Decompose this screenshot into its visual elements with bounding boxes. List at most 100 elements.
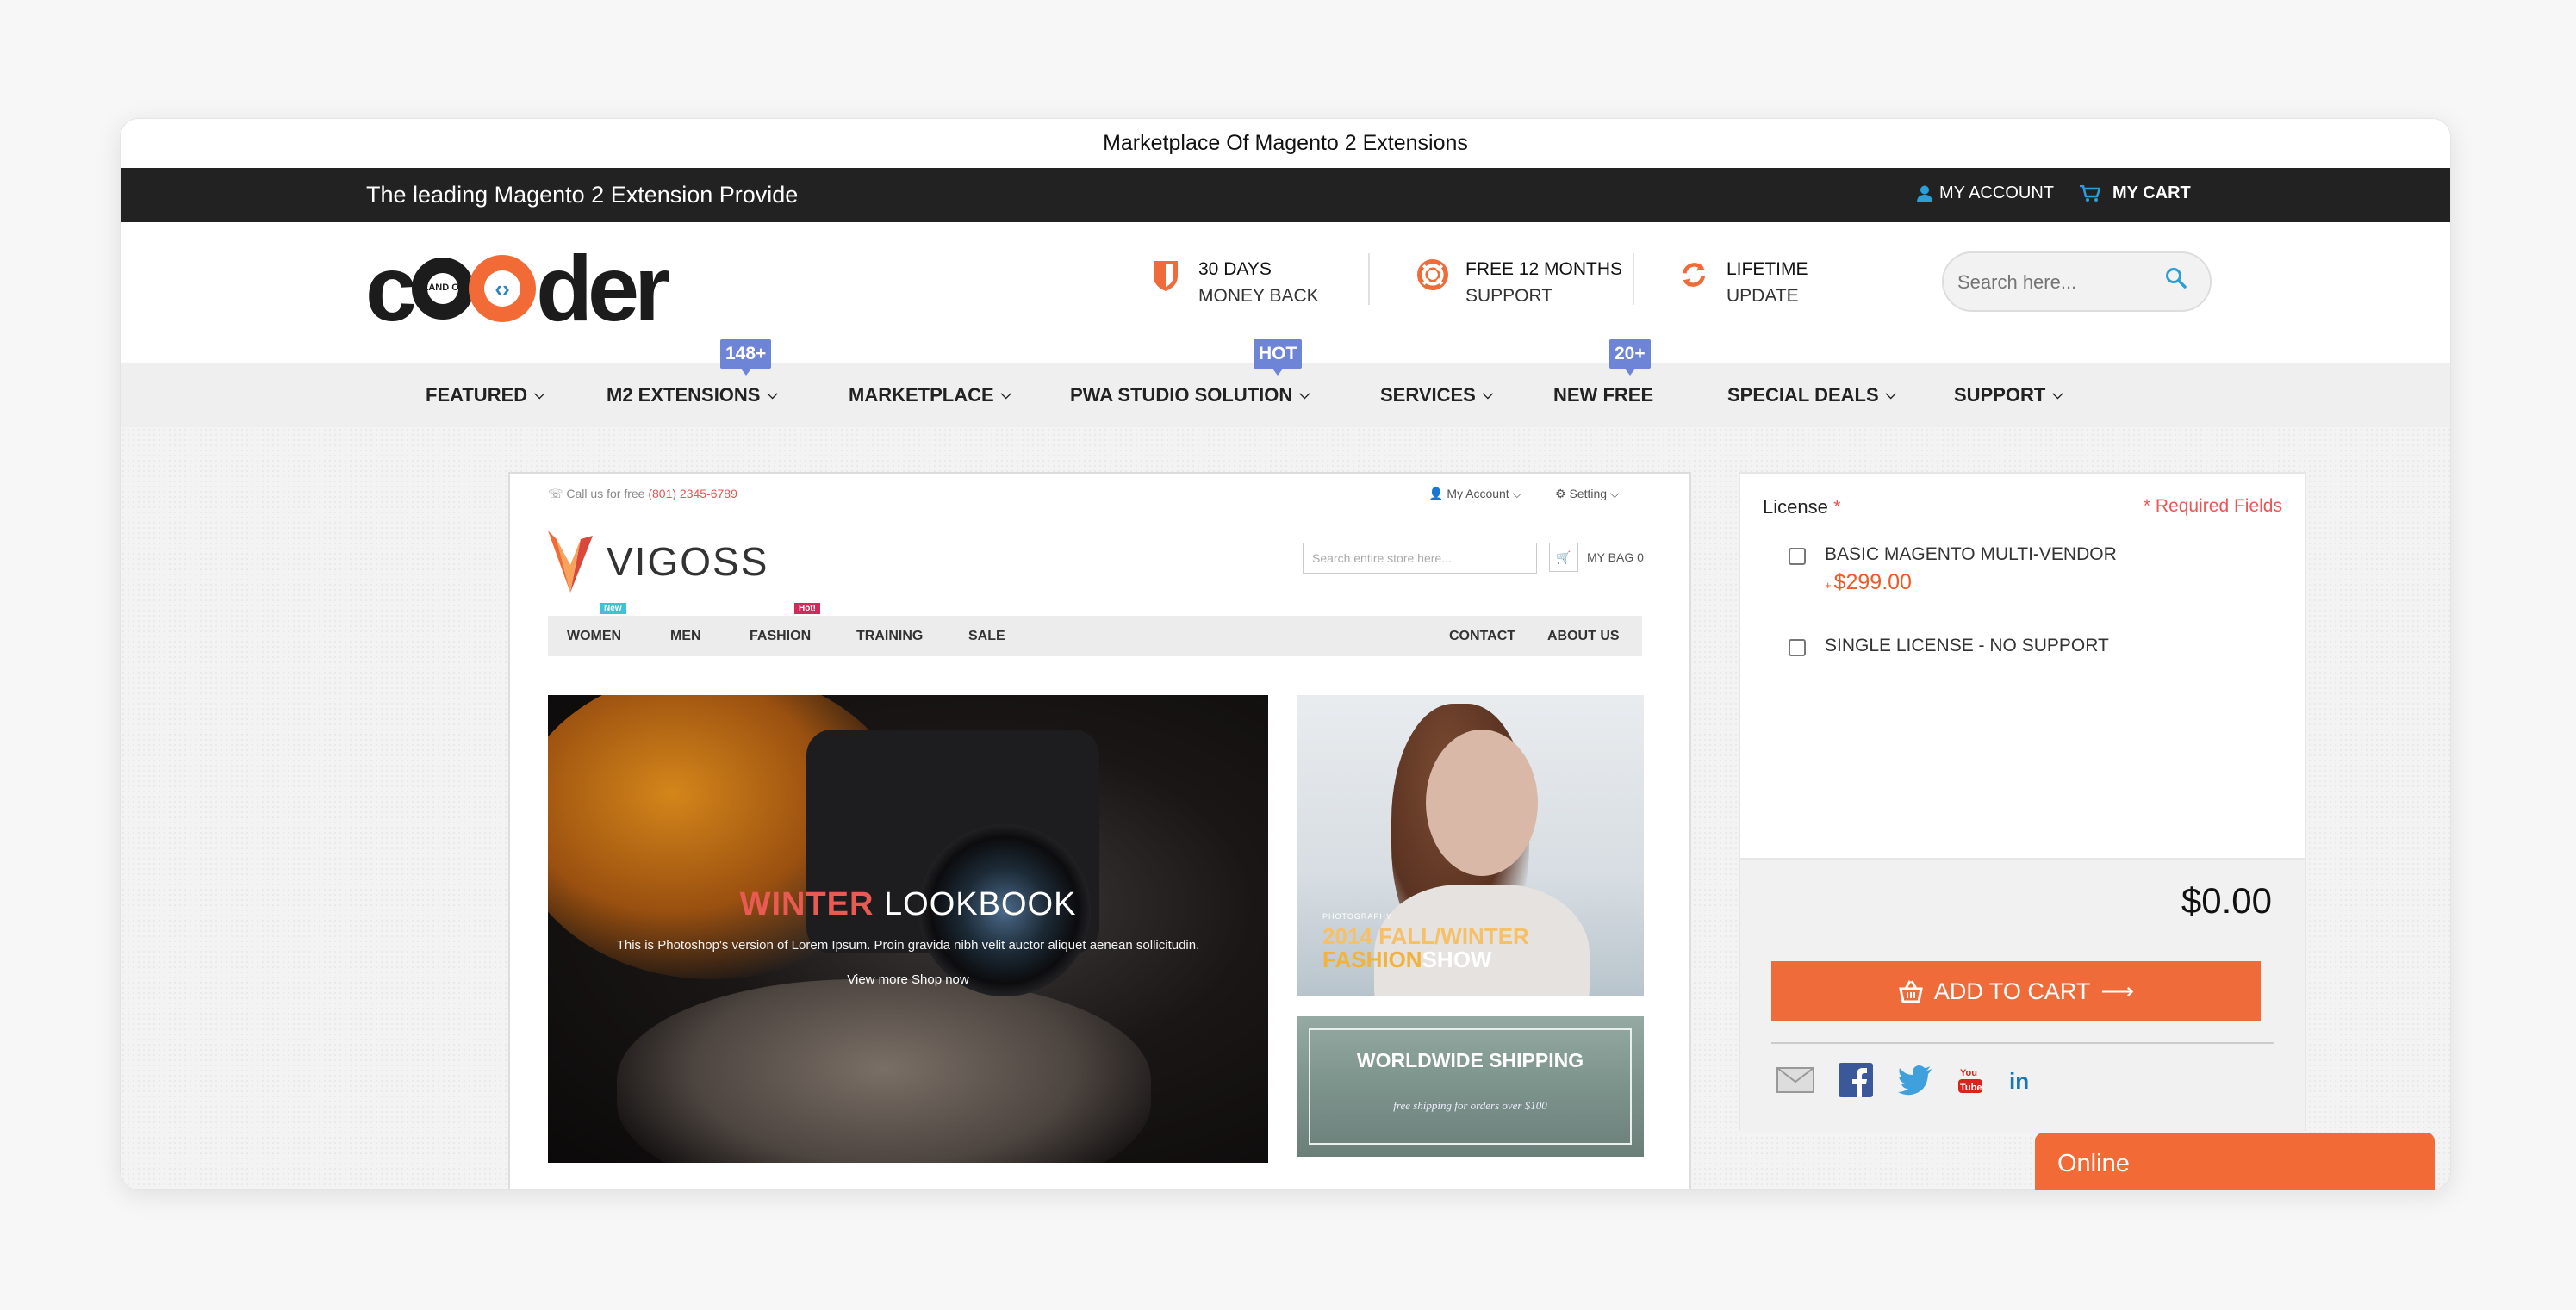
feature-support: FREE 12 MONTHS SUPPORT [1417,256,1622,309]
shield-icon [1154,261,1178,291]
social-share: You Tube in [1776,1063,2033,1097]
my-cart-label: MY CART [2112,183,2191,202]
panel-divider [1771,1042,2274,1044]
license-option-basic[interactable]: BASIC MAGENTO MULTI-VENDOR + $299.00 [1789,543,2117,595]
feature-lifetime-update: LIFETIME UPDATE [1678,256,1808,309]
license-label: License * [1763,496,1841,518]
nav-featured[interactable]: FEATURED ⌵ [426,363,544,427]
chevron-down-icon: ⌵ [1000,387,1011,402]
refresh-icon [1682,263,1706,287]
nav-services[interactable]: SERVICES ⌵ [1380,363,1493,427]
promo-line2-b: SHOW [1422,947,1492,972]
preview-account-label: My Account [1447,487,1509,500]
nav-marketplace[interactable]: MARKETPLACE ⌵ [849,363,1011,427]
preview-hero-banner: WINTER LOOKBOOK This is Photoshop's vers… [548,695,1268,1163]
preview-bag-label: MY BAG 0 [1587,550,1644,564]
chevron-down-icon: ⌵ [1299,387,1310,402]
preview-nav-item: WOMEN [567,629,622,643]
logo-badge: LAND OF [422,282,465,293]
svg-text:in: in [2009,1068,2029,1093]
license-checkbox[interactable] [1789,548,1806,565]
total-box: $0.00 ADD TO CART ⟶ You Tube in [1740,858,2305,1133]
chevron-down-icon: ⌵ [2052,387,2063,402]
preview-promo-fashion: PHOTOGRAPHY 2014 FALL/WINTER FASHIONSHOW [1297,695,1644,996]
window-title: Marketplace Of Magento 2 Extensions [1103,131,1468,155]
email-icon[interactable] [1776,1067,1814,1093]
nav-support[interactable]: SUPPORT ⌵ [1954,363,2063,427]
shipping-title: WORLDWIDE SHIPPING [1356,1049,1584,1071]
preview-nav-item: MEN [670,629,701,643]
linkedin-icon[interactable]: in [2007,1067,2033,1093]
nav-label: SUPPORT [1954,383,2046,406]
preview-tag-hot: Hot! [794,603,820,614]
preview-nav-item: TRAINING [856,629,924,643]
nav-label: M2 EXTENSIONS [607,383,761,406]
my-account-label: MY ACCOUNT [1939,183,2054,202]
vigoss-v-icon [548,531,593,593]
site-logo[interactable]: c LAND OF ‹› der [365,242,670,335]
cart-icon [2080,184,2100,202]
my-cart-link[interactable]: MY CART [2080,183,2191,203]
feature-line2: UPDATE [1727,286,1799,306]
youtube-icon[interactable]: You Tube [1957,1065,1983,1095]
preview-brand: VIGOSS [607,539,769,584]
nav-badge: 148+ [720,339,772,376]
nav-new-free[interactable]: NEW FREE [1553,363,1653,427]
license-option-single[interactable]: SINGLE LICENSE - NO SUPPORT [1789,634,2109,658]
nav-label: SPECIAL DEALS [1727,383,1879,406]
preview-bag: 🛒 MY BAG 0 [1549,543,1644,572]
hero-title-a: WINTER [739,886,874,922]
promo-line2-a: FASHION [1322,947,1422,972]
option-label: BASIC MAGENTO MULTI-VENDOR [1825,544,2117,564]
chevron-down-icon: ⌵ [534,387,545,402]
window-titlebar: Marketplace Of Magento 2 Extensions [121,119,2450,168]
my-account-link[interactable]: MY ACCOUNT [1917,183,2054,203]
feature-line2: SUPPORT [1465,286,1553,306]
add-to-cart-label: ADD TO CART [1933,978,2091,1004]
feature-divider [1368,253,1370,305]
preview-phone: (801) 2345-6789 [648,487,737,500]
chevron-down-icon: ⌵ [767,387,778,402]
preview-setting: ⚙ Setting ⌵ [1555,487,1620,500]
search-input[interactable] [1957,267,2156,298]
chevron-down-icon: ⌵ [1482,387,1493,402]
hero-title-b: LOOKBOOK [874,886,1077,922]
required-star: * [1827,496,1841,518]
preview-promo-shipping: WORLDWIDE SHIPPING free shipping for ord… [1297,1016,1644,1157]
add-to-cart-button[interactable]: ADD TO CART ⟶ [1771,961,2261,1021]
nav-m2-extensions[interactable]: M2 EXTENSIONS ⌵ [607,363,778,427]
feature-divider [1633,253,1634,305]
nav-special-deals[interactable]: SPECIAL DEALS ⌵ [1727,363,1896,427]
preview-logo: VIGOSS [548,531,768,593]
main-nav: FEATURED ⌵ M2 EXTENSIONS ⌵ MARKETPLACE ⌵ PW… [121,363,2450,427]
product-preview-image[interactable]: ☏ Call us for free (801) 2345-6789 👤 My … [508,472,1691,1189]
promo-tag: PHOTOGRAPHY [1322,912,1392,921]
feature-line1: FREE 12 MONTHS [1465,259,1623,279]
lifebuoy-icon [1417,259,1448,290]
license-label-text: License [1763,496,1828,518]
preview-search: Search entire store here... [1303,543,1537,574]
preview-topbar: ☏ Call us for free (801) 2345-6789 👤 My … [510,474,1689,512]
price-prefix: + [1825,579,1832,592]
hero-desc: This is Photoshop's version of Lorem Ips… [616,938,1200,953]
logo-der: der [536,236,670,340]
logo-arrows: ‹› [484,270,521,307]
promo-line2: FASHIONSHOW [1322,947,1491,973]
twitter-icon[interactable] [1897,1065,1933,1096]
svg-text:Tube: Tube [1960,1083,1982,1093]
license-checkbox[interactable] [1789,639,1806,656]
preview-nav-item: CONTACT [1449,629,1516,643]
preview-setting-label: Setting [1569,487,1608,500]
top-bar: The leading Magento 2 Extension Provide … [121,168,2450,222]
preview-nav-item: FASHION [750,629,812,643]
logo-o-ring: LAND OF [412,258,475,320]
nav-label: SERVICES [1380,383,1476,406]
arrow-right-icon: ⟶ [2100,978,2135,1004]
hero-scarf [617,979,1151,1163]
logo-o-orange: ‹› [469,255,537,322]
chat-online-widget[interactable]: Online [2035,1133,2435,1190]
facebook-icon[interactable] [1839,1063,1873,1097]
preview-nav-item: ABOUT US [1547,629,1620,643]
search-icon[interactable] [2165,267,2187,289]
option-label: SINGLE LICENSE - NO SUPPORT [1825,636,2109,655]
